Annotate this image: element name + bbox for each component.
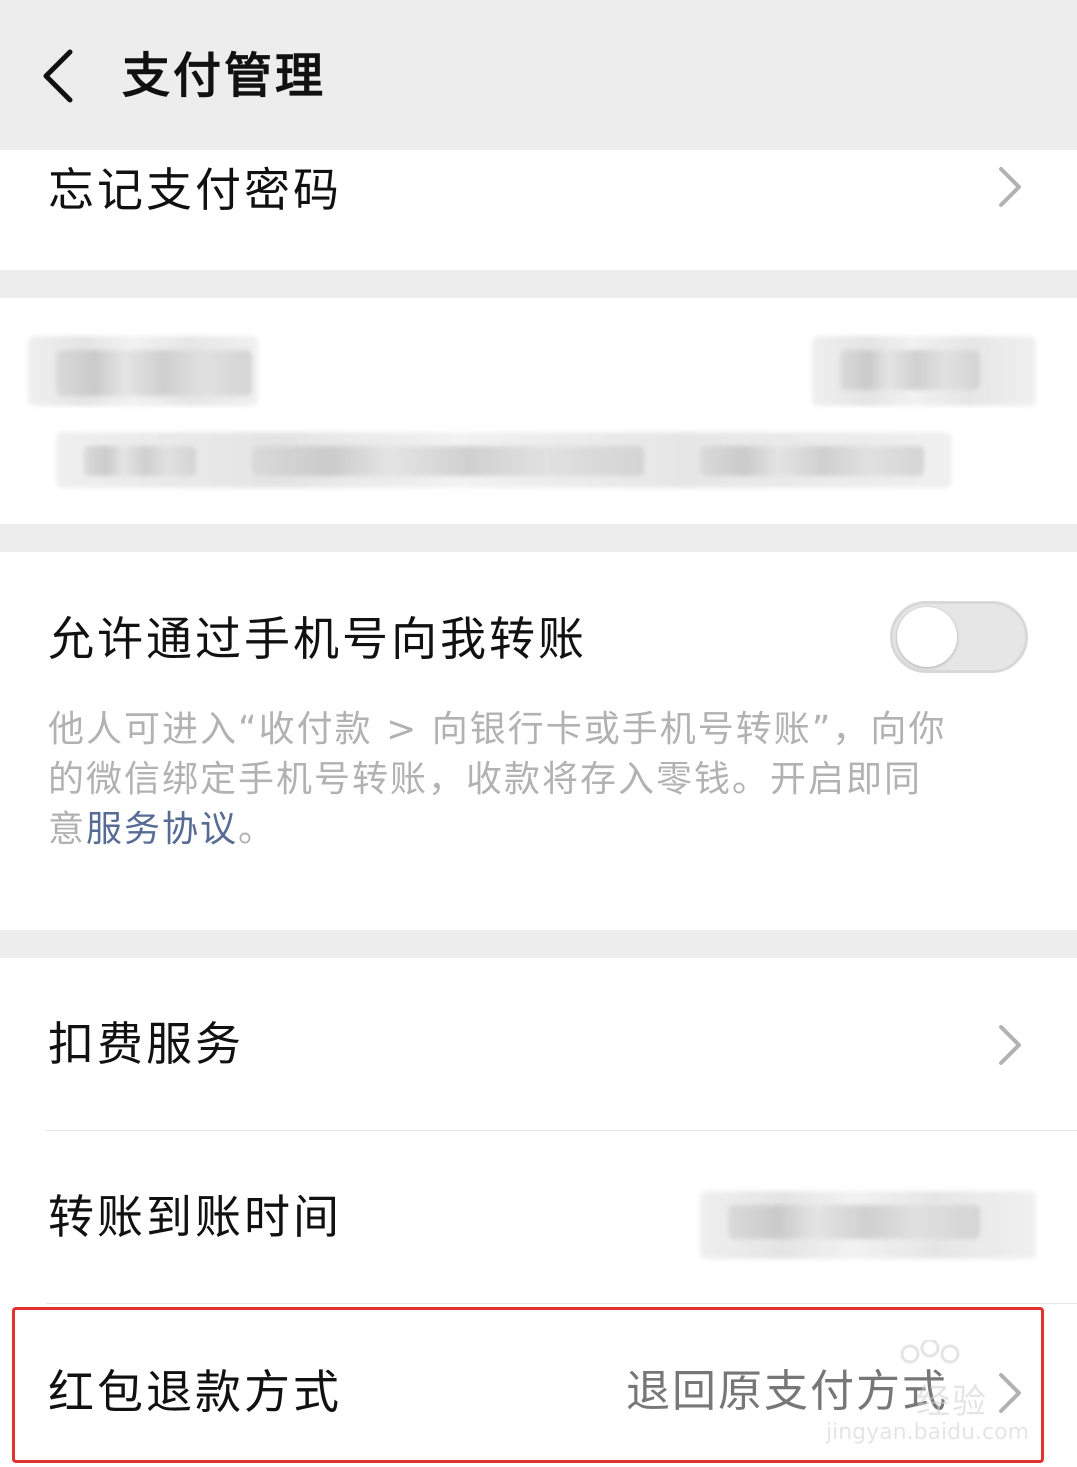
transfer-by-phone-toggle[interactable] [890, 601, 1028, 673]
top-navigation-bar: 支付管理 [0, 0, 1077, 150]
description-end: 。 [238, 809, 277, 850]
toggle-knob [897, 607, 957, 667]
baidu-jingyan-watermark: 经验 jingyan.baidu.com [820, 1340, 1030, 1450]
service-agreement-link[interactable]: 服务协议 [86, 809, 238, 850]
blurred-arrival-time-value-inner [728, 1205, 980, 1239]
transfer-arrival-time-row[interactable]: 转账到账时间 [0, 1131, 1077, 1303]
watermark-url: jingyan.baidu.com [826, 1420, 1030, 1445]
deduction-services-label: 扣费服务 [48, 1017, 244, 1071]
blurred-account-name-inner [56, 350, 252, 396]
transfer-by-phone-description: 他人可进入“收付款 > 向银行卡或手机号转账”，向你的微信绑定手机号转账，收款将… [48, 705, 948, 855]
page-title: 支付管理 [122, 48, 327, 104]
blurred-detail-part-1 [84, 446, 196, 476]
blurred-detail-part-3 [700, 446, 924, 476]
deduction-services-row[interactable]: 扣费服务 [0, 958, 1077, 1130]
forgot-password-label: 忘记支付密码 [48, 163, 342, 217]
account-info-panel[interactable] [0, 298, 1077, 524]
chevron-right-icon [999, 167, 1021, 207]
transfer-by-phone-label: 允许通过手机号向我转账 [48, 612, 587, 666]
chevron-right-icon [999, 1025, 1021, 1065]
blurred-detail-part-2 [252, 446, 644, 476]
back-arrow-icon[interactable] [40, 48, 80, 104]
transfer-arrival-time-label: 转账到账时间 [48, 1190, 342, 1244]
forgot-password-row[interactable]: 忘记支付密码 [0, 150, 1077, 270]
blurred-account-status-inner [840, 350, 980, 390]
watermark-brand: 经验 [916, 1382, 988, 1422]
payment-management-screen: 支付管理 忘记支付密码 允许通过手机号向我转账 他人可进入“收付款 > 向银行卡… [0, 0, 1077, 1467]
